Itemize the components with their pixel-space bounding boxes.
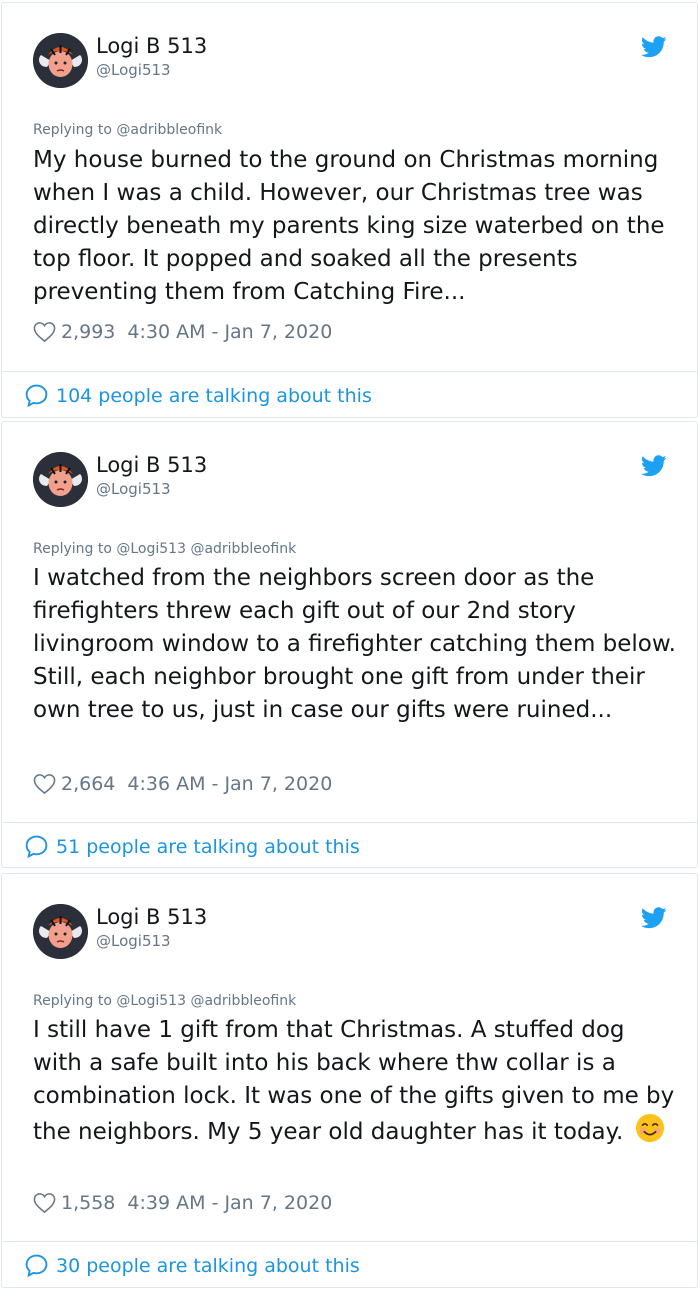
tweet-meta: 1,558 4:39 AM - Jan 7, 2020	[33, 1191, 332, 1215]
display-name[interactable]: Logi B 513	[96, 904, 207, 930]
talking-text[interactable]: 30 people are talking about this	[56, 1254, 360, 1278]
talking-text[interactable]: 51 people are talking about this	[56, 835, 360, 859]
timestamp[interactable]: 4:30 AM - Jan 7, 2020	[127, 320, 332, 344]
divider	[2, 1241, 697, 1242]
timestamp[interactable]: 4:39 AM - Jan 7, 2020	[127, 1191, 332, 1215]
divider	[2, 371, 697, 372]
tweet-meta: 2,993 4:30 AM - Jan 7, 2020	[33, 320, 332, 344]
talking-link[interactable]: 104 people are talking about this	[24, 383, 372, 408]
display-name[interactable]: Logi B 513	[96, 33, 207, 59]
replying-to[interactable]: Replying to @adribbleofink	[33, 121, 222, 139]
like-count: 2,664	[61, 773, 116, 795]
tweet-meta: 2,664 4:36 AM - Jan 7, 2020	[33, 772, 332, 796]
user-handle[interactable]: @Logi513	[96, 931, 171, 951]
user-handle[interactable]: @Logi513	[96, 479, 171, 499]
tweet-text: I still have 1 gift from that Christmas.…	[33, 1014, 678, 1149]
heart-icon[interactable]	[33, 773, 56, 795]
twitter-bird-icon[interactable]	[640, 455, 667, 477]
avatar[interactable]	[33, 452, 88, 507]
smiling-face-emoji	[635, 1113, 664, 1143]
heart-icon[interactable]	[33, 321, 56, 343]
tweet-card: Logi B 513 @Logi513 Replying to @adribbl…	[1, 2, 698, 418]
talking-text[interactable]: 104 people are talking about this	[56, 384, 372, 408]
tweet-text: My house burned to the ground on Christm…	[33, 147, 665, 305]
talking-link[interactable]: 51 people are talking about this	[24, 834, 360, 859]
tweet-card: Logi B 513 @Logi513 Replying to @Logi513…	[1, 873, 698, 1288]
speech-bubble-icon	[25, 835, 48, 859]
twitter-bird-icon[interactable]	[640, 36, 667, 58]
like-count: 1,558	[61, 1192, 116, 1214]
tweet-card: Logi B 513 @Logi513 Replying to @Logi513…	[1, 421, 698, 868]
tweet-text-content: I still have 1 gift from that Christmas.…	[33, 1017, 675, 1145]
heart-icon[interactable]	[33, 1192, 56, 1214]
display-name[interactable]: Logi B 513	[96, 452, 207, 478]
avatar[interactable]	[33, 904, 88, 959]
twitter-bird-icon[interactable]	[640, 907, 667, 929]
tweet-text: I watched from the neighbors screen door…	[33, 565, 676, 723]
speech-bubble-icon	[25, 384, 48, 408]
avatar[interactable]	[33, 33, 88, 88]
replying-to[interactable]: Replying to @Logi513 @adribbleofink	[33, 540, 296, 558]
like-count: 2,993	[61, 321, 116, 343]
timestamp[interactable]: 4:36 AM - Jan 7, 2020	[127, 772, 332, 796]
talking-link[interactable]: 30 people are talking about this	[24, 1253, 360, 1278]
divider	[2, 822, 697, 823]
user-handle[interactable]: @Logi513	[96, 60, 171, 80]
replying-to[interactable]: Replying to @Logi513 @adribbleofink	[33, 992, 296, 1010]
speech-bubble-icon	[25, 1254, 48, 1278]
